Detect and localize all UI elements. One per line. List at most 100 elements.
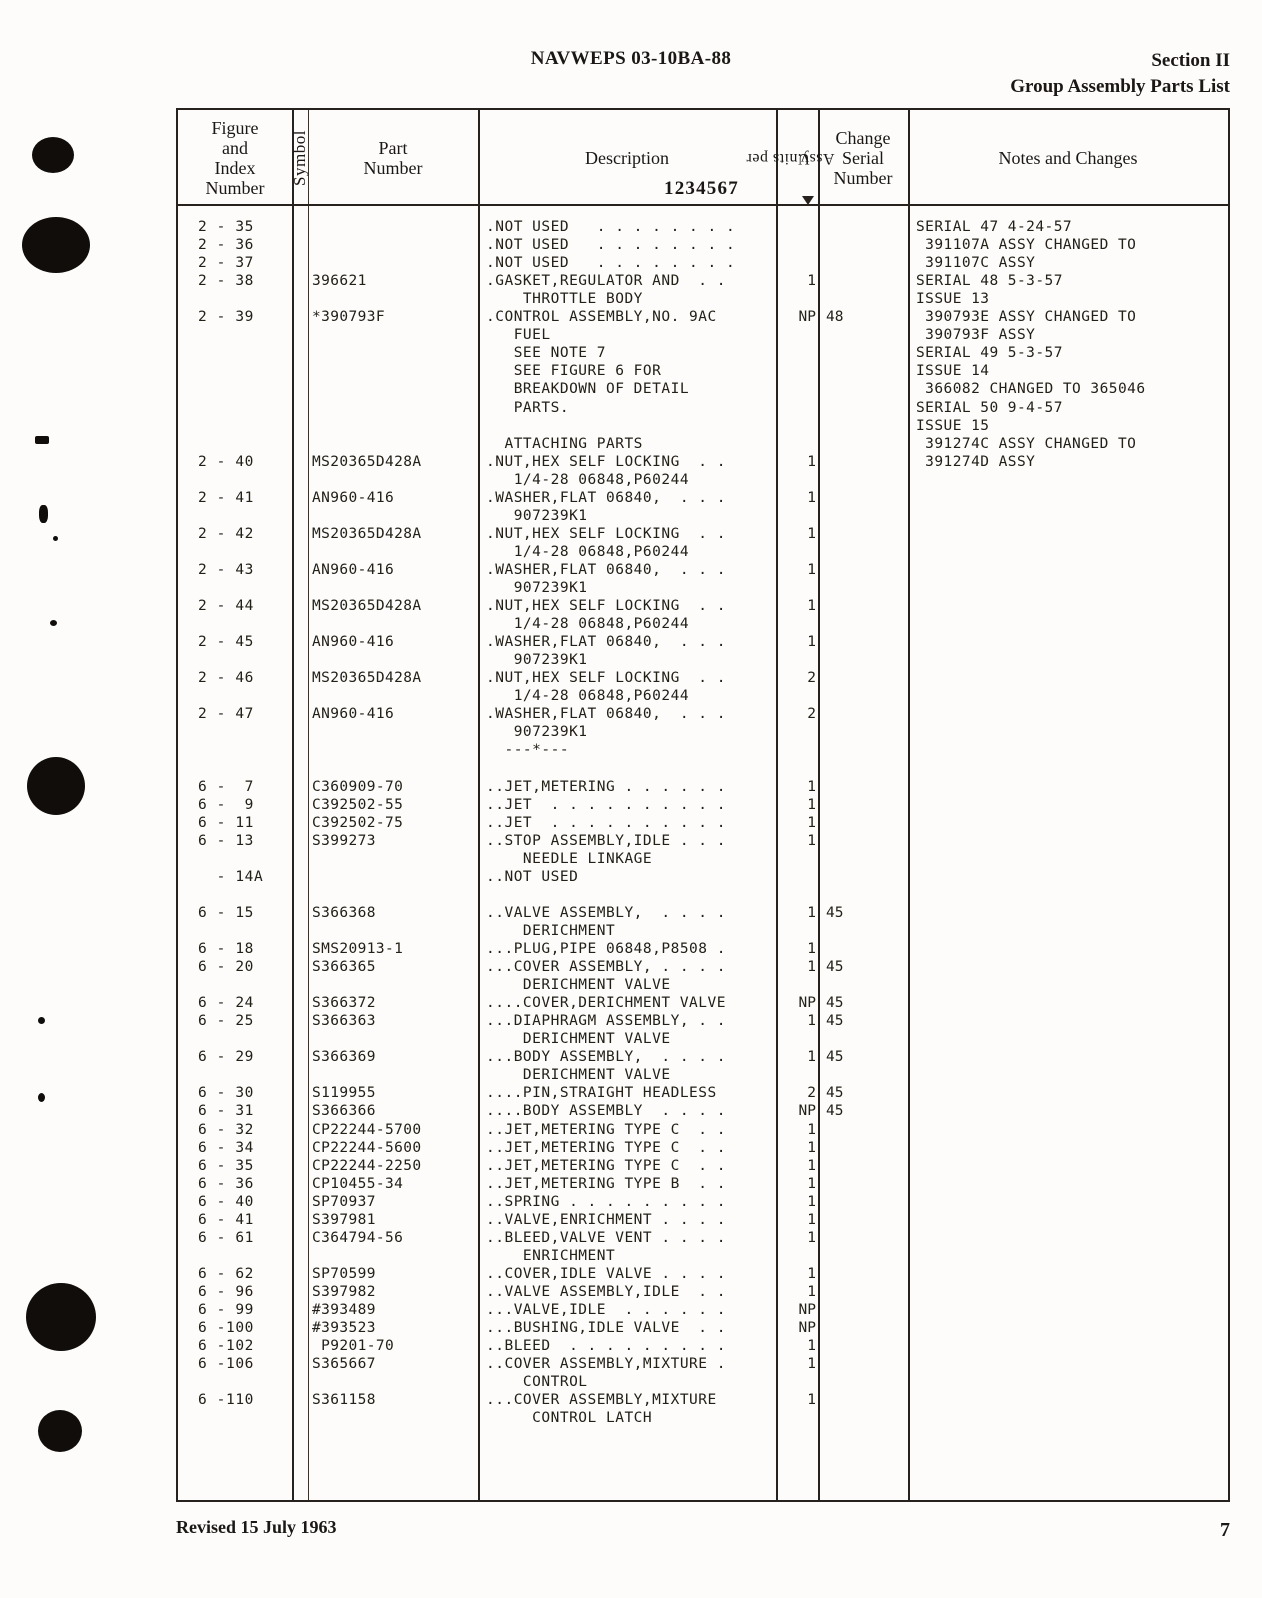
cell-description: .WASHER,FLAT 06840, . . . [486,634,726,651]
cell-part-number: S399273 [312,832,376,849]
cell-part-number: S366365 [312,959,376,976]
scan-artifact-mark [38,1410,82,1452]
cell-description: .WASHER,FLAT 06840, . . . [486,561,726,578]
cell-description: ...PLUG,PIPE 06848,P8508 . [486,941,726,957]
cell-part-number: S365667 [312,1356,376,1373]
units-per-assy-label: Units per Assy. [746,149,835,167]
cell-units-per-assy: 1 [807,1193,816,1210]
cell-part-number: SP70937 [312,1193,376,1210]
cell-description: ...BODY ASSEMBLY, . . . . [486,1049,726,1066]
cell-part-number: C360909-70 [312,778,404,795]
cell-units-per-assy: 1 [807,1211,816,1228]
cell-part-number: SP70599 [312,1265,376,1282]
cell-part-number: S366363 [312,1013,376,1030]
cell-part-number: C392502-55 [312,796,404,813]
table-row: NEEDLE LINKAGE [178,850,1228,868]
cell-figure-index: 6 -106 [198,1356,254,1373]
cell-units-per-assy: NP [798,1320,816,1337]
column-header-units-per-assy: Units per Assy. [746,110,835,206]
table-row: 6 - 24 S366372 ....COVER,DERICHMENT VALVE N… [178,994,1228,1012]
cell-part-number: CP22244-2250 [312,1157,422,1174]
cell-figure-index: 6 - 7 [198,778,254,795]
table-row: - 14A ..NOT USED [178,868,1228,886]
cell-part-number: S366369 [312,1049,376,1066]
section-label: Section II Group Assembly Parts List [1010,48,1230,100]
cell-part-number: S119955 [312,1085,376,1102]
notes-line: ISSUE 13 [178,290,1228,308]
table-row: 2 - 46 MS20365D428A .NUT,HEX SELF LOCKING … [178,669,1228,687]
cell-units-per-assy: 1 [807,634,816,651]
table-row: 2 - 42 MS20365D428A .NUT,HEX SELF LOCKING … [178,525,1228,543]
cell-figure-index: 6 - 20 [198,959,254,976]
cell-units-per-assy: NP [798,1302,816,1318]
table-row: 907239K1 [178,579,1228,597]
cell-units-per-assy: 1 [807,489,816,506]
table-row: 6 - 41 S397981 ..VALVE,ENRICHMENT . . . . 1 [178,1211,1228,1229]
table-row: 6 - 62 SP70599 ..COVER,IDLE VALVE . . . . 1 [178,1265,1228,1283]
cell-figure-index: 6 - 61 [198,1229,254,1246]
table-row: 6 - 11 C392502-75 ..JET . . . . . . . . . … [178,814,1228,832]
cell-description: ..STOP ASSEMBLY,IDLE . . . [486,832,726,849]
cell-description: .WASHER,FLAT 06840, . . . [486,489,726,506]
cell-description: ..BLEED . . . . . . . . . [486,1338,726,1355]
cell-part-number: AN960-416 [312,489,395,506]
cell-part-number: P9201-70 [312,1338,395,1355]
cell-part-number: S366372 [312,995,376,1012]
cell-notes-and-changes: SERIAL 50 9-4-57 [916,399,1063,416]
cell-figure-index: 2 - 46 [198,670,254,687]
column-header-symbol: Symbol [290,110,309,206]
cell-units-per-assy: 1 [807,525,816,542]
cell-part-number: CP22244-5700 [312,1121,422,1138]
cell-units-per-assy: 1 [807,796,816,813]
cell-description: 1/4-28 06848,P60244 [486,616,690,633]
group-assembly-parts-table: Figure and Index Number Symbol Part Numb… [176,108,1230,1502]
cell-figure-index: 6 - 41 [198,1211,254,1228]
cell-change-serial: 45 [826,1085,844,1102]
change-serial-line-2: Serial [841,148,884,168]
cell-part-number: #393523 [312,1320,376,1337]
notes-line: SERIAL 50 9-4-57 [178,399,1228,417]
table-row: DERICHMENT VALVE [178,1066,1228,1084]
cell-description: ..JET,METERING TYPE C . . [486,1139,726,1156]
cell-units-per-assy: 2 [807,1085,816,1102]
cell-description: DERICHMENT VALVE [486,1067,671,1084]
table-row: 907239K1 [178,507,1228,525]
cell-part-number: C364794-56 [312,1229,404,1246]
cell-notes-and-changes: SERIAL 48 5-3-57 [916,273,1063,290]
cell-units-per-assy: 1 [807,1139,816,1156]
cell-description: ..BLEED,VALVE VENT . . . . [486,1229,726,1246]
cell-description: ..JET . . . . . . . . . . [486,814,726,831]
scan-artifact-mark [26,1283,96,1351]
cell-figure-index: 6 - 35 [198,1157,254,1174]
cell-units-per-assy: 1 [807,1157,816,1174]
cell-units-per-assy: 1 [807,1392,816,1409]
cell-units-per-assy: 1 [807,1121,816,1138]
notes-line: ISSUE 15 [178,417,1228,435]
table-row: 6 - 99 #393489 ...VALVE,IDLE . . . . . . NP [178,1301,1228,1319]
cell-figure-index: 6 - 24 [198,995,254,1012]
table-row: 6 - 61 C364794-56 ..BLEED,VALVE VENT . . .… [178,1229,1228,1247]
cell-description: ....PIN,STRAIGHT HEADLESS [486,1085,717,1102]
cell-change-serial: 45 [826,904,844,921]
table-row: 6 - 35 CP22244-2250 ..JET,METERING TYPE C … [178,1157,1228,1175]
description-header-label: Description [585,148,669,168]
page-number: 7 [1220,1519,1230,1541]
notes-line: 366082 CHANGED TO 365046 [178,380,1228,398]
cell-figure-index: 6 - 18 [198,941,254,957]
cell-description: ..VALVE ASSEMBLY, . . . . [486,904,726,921]
cell-units-per-assy: 1 [807,1049,816,1066]
cell-description: ..COVER ASSEMBLY,MIXTURE . [486,1356,726,1373]
cell-description: ..VALVE ASSEMBLY,IDLE . . [486,1283,726,1300]
cell-description: 907239K1 [486,724,588,741]
notes-line: SERIAL 48 5-3-57 [178,272,1228,290]
section-title: Section II [1151,50,1230,71]
cell-description: ...COVER ASSEMBLY, . . . . [486,959,726,976]
cell-description: 907239K1 [486,652,588,669]
table-row: 6 - 20 S366365 ...COVER ASSEMBLY, . . . . 1… [178,958,1228,976]
table-row: 1/4-28 06848,P60244 [178,687,1228,705]
cell-notes-and-changes: SERIAL 47 4-24-57 [916,219,1073,235]
table-row: 6 - 40 SP70937 ..SPRING . . . . . . . . . 1 [178,1193,1228,1211]
table-row: 6 - 18 SMS20913-1 ...PLUG,PIPE 06848,P8508… [178,940,1228,958]
part-number-line-2: Number [363,158,423,178]
notes-line: 391107C ASSY [178,254,1228,272]
